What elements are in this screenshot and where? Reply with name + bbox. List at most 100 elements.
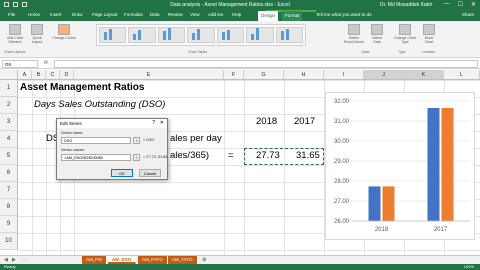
select-all-corner[interactable] — [0, 70, 18, 80]
year-2017-cell[interactable]: 2017 — [294, 116, 315, 127]
close-button[interactable]: ✕ — [471, 1, 476, 8]
year-2018-cell[interactable]: 2018 — [256, 116, 277, 127]
dso-2017-cell[interactable]: 31.65 — [296, 150, 320, 161]
y-tick-label: 27.00 — [334, 199, 350, 205]
row-header[interactable]: 9 — [0, 216, 18, 233]
row-header[interactable]: 7 — [0, 182, 18, 199]
column-header[interactable]: J — [364, 70, 404, 80]
ok-button[interactable]: OK — [111, 169, 133, 177]
row-header[interactable]: 4 — [0, 131, 18, 148]
ribbon-tabs: File Home Insert Draw Page Layout Formul… — [0, 10, 480, 21]
window-title: Data analysis - Asset Management Ratios.… — [170, 2, 290, 8]
equals-cell[interactable]: = — [228, 150, 234, 161]
chart-style-option[interactable] — [99, 27, 127, 43]
row-header[interactable]: 10 — [0, 233, 18, 250]
quick-layout-button[interactable]: Quick Layout — [28, 24, 46, 44]
add-sheet-icon[interactable]: ⊕ — [202, 257, 207, 263]
series-values-input[interactable]: =AM_DSO!$G$5:$H$5 — [61, 154, 131, 161]
tell-me-search[interactable]: Tell me what you want to do — [316, 12, 372, 17]
y-tick-label: 30.00 — [334, 139, 350, 145]
formula-bar: G5 fx — [0, 59, 480, 69]
collapse-dialog-icon[interactable]: ↑ — [133, 154, 140, 161]
row-header[interactable]: 8 — [0, 199, 18, 216]
change-colors-button[interactable]: Change Colors — [52, 24, 76, 40]
column-header[interactable]: A — [18, 70, 32, 80]
sheet-title[interactable]: Asset Management Ratios — [20, 82, 144, 93]
maximize-button[interactable]: ☐ — [458, 1, 463, 8]
undo-icon[interactable] — [13, 2, 18, 7]
share-button[interactable]: Share — [462, 12, 474, 17]
tab-format[interactable]: Format — [282, 11, 303, 21]
column-header[interactable]: F — [224, 70, 244, 80]
group-label-location: Location — [422, 50, 436, 54]
sales-per-day-cell[interactable]: ales per day — [170, 133, 222, 144]
bar-chart[interactable]: 32.00 31.00 30.00 29.00 28.00 27.00 26.00 2018 2… — [325, 92, 475, 240]
name-box[interactable]: G5 — [2, 60, 38, 68]
more-sheets-icon[interactable]: … — [22, 257, 27, 263]
tab-help[interactable]: Help — [232, 12, 241, 17]
tab-file[interactable]: File — [8, 12, 15, 17]
zoom-level[interactable]: 100% — [464, 264, 474, 269]
row-header[interactable]: 5 — [0, 148, 18, 165]
tab-page-layout[interactable]: Page Layout — [92, 12, 117, 17]
tab-view[interactable]: View — [190, 12, 200, 17]
minimize-button[interactable]: — — [444, 1, 450, 8]
tab-review[interactable]: Review — [168, 12, 183, 17]
help-icon[interactable]: ? — [152, 120, 155, 126]
chart-style-option[interactable] — [128, 27, 156, 43]
change-chart-type-button[interactable]: Change Chart Type — [394, 24, 416, 44]
dso-2018-cell[interactable]: 27.73 — [256, 150, 280, 161]
sheet-subtitle[interactable]: Days Sales Outstanding (DSO) — [34, 99, 165, 110]
dialog-close-button[interactable]: ✕ — [160, 120, 164, 126]
select-data-button[interactable]: Select Data — [368, 24, 386, 44]
column-header[interactable]: B — [32, 70, 46, 80]
chart-style-option[interactable] — [187, 27, 215, 43]
formula-input[interactable] — [54, 60, 478, 68]
column-header[interactable]: D — [60, 70, 74, 80]
add-chart-element-button[interactable]: Add Chart Element — [4, 24, 26, 44]
column-header[interactable]: C — [46, 70, 60, 80]
column-header[interactable]: G — [244, 70, 284, 80]
column-header[interactable]: I — [324, 70, 364, 80]
chart-style-option[interactable] — [246, 27, 274, 43]
chart-styles-gallery[interactable] — [96, 24, 306, 46]
column-header[interactable]: K — [404, 70, 444, 80]
tab-draw[interactable]: Draw — [72, 12, 83, 17]
column-header[interactable]: H — [284, 70, 324, 80]
collapse-dialog-icon[interactable]: ↑ — [133, 137, 140, 144]
scroll-left-icon[interactable]: ◀ — [4, 257, 8, 263]
sheet-tab[interactable]: AM_TATO — [168, 256, 198, 264]
series-name-input[interactable]: DSO — [61, 137, 131, 144]
chart-style-option[interactable] — [216, 27, 245, 43]
save-icon[interactable] — [4, 2, 9, 7]
tab-data[interactable]: Data — [150, 12, 160, 17]
palette-icon — [58, 24, 70, 35]
column-header[interactable]: E — [74, 70, 224, 80]
move-chart-button[interactable]: Move Chart — [420, 24, 438, 44]
row-header[interactable]: 3 — [0, 114, 18, 131]
tab-formulas[interactable]: Formulas — [124, 12, 143, 17]
tab-add-ins[interactable]: Add-ins — [208, 12, 223, 17]
column-header[interactable]: L — [444, 70, 480, 80]
row-header[interactable]: 2 — [0, 97, 18, 114]
status-ready: Ready — [4, 264, 16, 269]
tab-design[interactable]: Design — [258, 11, 279, 21]
sheet-tab[interactable]: AM_FIX — [82, 256, 108, 264]
sheet-tab-active[interactable]: AM_DSO — [108, 256, 137, 264]
user-name[interactable]: Dr. Md Mosaddek Kabir — [380, 2, 432, 8]
row-header[interactable]: 6 — [0, 165, 18, 182]
chart-style-option[interactable] — [275, 27, 303, 43]
row-header[interactable]: 1 — [0, 80, 18, 97]
cancel-button[interactable]: Cancel — [139, 169, 161, 177]
scroll-right-icon[interactable]: ▶ — [12, 257, 16, 263]
switch-row-column-button[interactable]: Switch Row/Column — [342, 24, 366, 44]
redo-icon[interactable] — [22, 2, 27, 7]
formula-text-cell[interactable]: ales/365) — [170, 150, 209, 161]
chart-style-option[interactable] — [157, 27, 186, 43]
fx-icon[interactable]: fx — [44, 60, 48, 66]
tab-home[interactable]: Home — [28, 12, 40, 17]
dialog-title: Edit Series — [57, 119, 167, 128]
sheet-tab[interactable]: AM_FATO — [138, 256, 168, 264]
tab-insert[interactable]: Insert — [50, 12, 61, 17]
excel-window: Data analysis - Asset Management Ratios.… — [0, 0, 480, 270]
